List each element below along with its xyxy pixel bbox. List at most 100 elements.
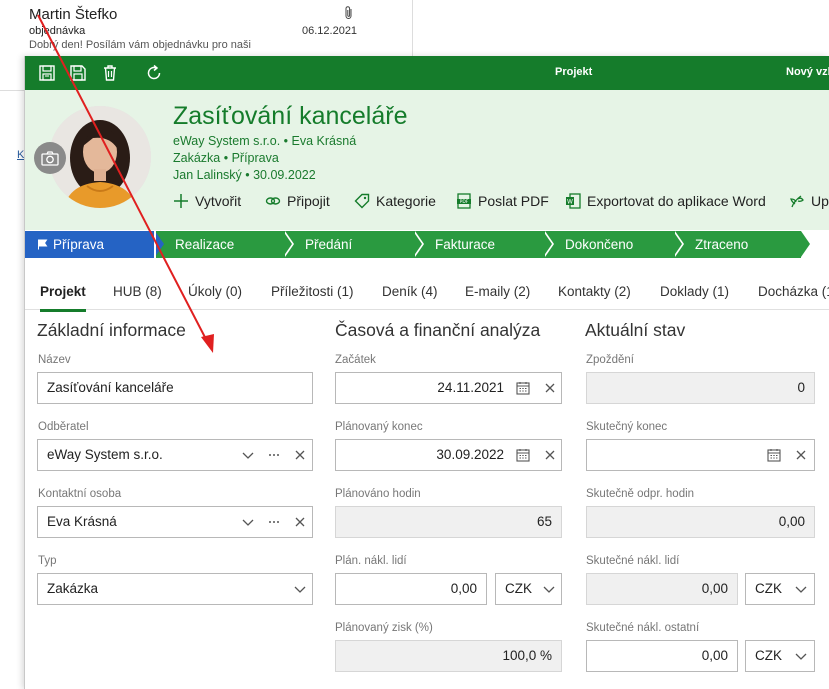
email-subject: objednávka (29, 25, 86, 37)
category-button[interactable]: Kategorie (354, 193, 436, 209)
email-list-item[interactable]: Martin Štefko objednávka Dobrý den! Posí… (0, 0, 412, 56)
word-icon: W (566, 193, 581, 209)
chevron-down-icon[interactable] (794, 649, 808, 663)
svg-text:PDF: PDF (460, 199, 469, 205)
calendar-icon[interactable] (516, 448, 530, 462)
clear-icon[interactable] (293, 515, 307, 529)
actual-cost-label: Skutečné nákl. lidí (586, 555, 680, 567)
plan-cost-field[interactable]: 0,00 (335, 573, 487, 605)
clear-icon[interactable] (543, 448, 557, 462)
chevron-down-icon[interactable] (794, 582, 808, 596)
planned-end-field[interactable]: 30.09.2022 (335, 439, 562, 471)
stage-chevron (801, 231, 810, 257)
planned-hours-field: 65 (335, 506, 562, 538)
save-close-icon[interactable] (38, 64, 56, 82)
start-date-field[interactable]: 24.11.2021 (335, 372, 562, 404)
more-icon[interactable] (267, 448, 281, 462)
project-type-stage: Zakázka • Příprava (173, 151, 279, 165)
tab-kontakty[interactable]: Kontakty (2) (558, 284, 631, 299)
tag-icon (354, 193, 370, 209)
stage-priprava[interactable]: Příprava (25, 231, 155, 258)
section-time-finance: Časová a finanční analýza (335, 320, 541, 340)
connect-button[interactable]: Připojit (265, 193, 330, 209)
more-icon[interactable] (267, 515, 281, 529)
customer-field[interactable]: eWay System s.r.o. (37, 439, 313, 471)
name-field[interactable]: Zasíťování kanceláře (37, 372, 313, 404)
contact-field[interactable]: Eva Krásná (37, 506, 313, 538)
project-customer-contact: eWay System s.r.o. • Eva Krásná (173, 134, 357, 148)
planned-profit-label: Plánovaný zisk (%) (335, 622, 433, 634)
calendar-icon[interactable] (767, 448, 781, 462)
upload-button[interactable]: Up (789, 193, 829, 209)
new-button[interactable]: Nový vzh (786, 66, 829, 78)
stage-chevron (283, 231, 292, 257)
stage-ztraceno[interactable]: Ztraceno (675, 231, 801, 258)
actual-cost-currency-select[interactable]: CZK (745, 573, 815, 605)
export-word-button[interactable]: W Exportovat do aplikace Word (565, 193, 766, 209)
actual-cost-field: 0,00 (586, 573, 738, 605)
stage-realizace[interactable]: Realizace (155, 231, 285, 258)
link-icon (265, 197, 281, 205)
tab-hub[interactable]: HUB (8) (113, 284, 162, 299)
tab-emaily[interactable]: E-maily (2) (465, 284, 530, 299)
stage-fakturace[interactable]: Fakturace (415, 231, 545, 258)
section-current-status: Aktuální stav (585, 320, 686, 340)
customer-label: Odběratel (38, 421, 89, 433)
email-preview: Dobrý den! Posílám vám objednávku pro na… (29, 39, 251, 51)
camera-icon (41, 150, 59, 166)
tab-prilezitosti[interactable]: Příležitosti (1) (271, 284, 354, 299)
chevron-down-icon[interactable] (542, 582, 556, 596)
contact-label: Kontaktní osoba (38, 488, 122, 500)
change-photo-button[interactable] (34, 142, 66, 174)
svg-text:W: W (567, 199, 573, 206)
plus-icon (174, 194, 188, 208)
stage-bar: Příprava Realizace Předání Fakturace Dok… (25, 231, 829, 258)
stage-gap (154, 231, 156, 258)
create-button[interactable]: Vytvořit (173, 193, 241, 209)
tab-denik[interactable]: Deník (4) (382, 284, 438, 299)
planned-end-label: Plánovaný konec (335, 421, 423, 433)
clear-icon[interactable] (543, 381, 557, 395)
clear-icon[interactable] (794, 448, 808, 462)
start-label: Začátek (335, 354, 376, 366)
calendar-icon[interactable] (516, 381, 530, 395)
send-pdf-button[interactable]: PDF Poslat PDF (456, 193, 549, 209)
chevron-down-icon[interactable] (241, 515, 255, 529)
plan-cost-currency-select[interactable]: CZK (495, 573, 562, 605)
stage-predani[interactable]: Předání (285, 231, 415, 258)
section-basic-info: Základní informace (37, 320, 186, 340)
stage-chevron (543, 231, 552, 257)
stage-dokonceno[interactable]: Dokončeno (545, 231, 675, 258)
actual-other-field[interactable]: 0,00 (586, 640, 738, 672)
project-window: Projekt Nový vzh Zasíťování kanceláře eW… (24, 56, 829, 689)
stage-chevron (413, 231, 422, 257)
actual-hours-field: 0,00 (586, 506, 815, 538)
type-label: Typ (38, 555, 57, 567)
chevron-down-icon[interactable] (241, 448, 255, 462)
tab-projekt[interactable]: Projekt (40, 284, 86, 312)
project-title: Zasíťování kanceláře (173, 102, 408, 130)
project-owner-date: Jan Lalinský • 30.09.2022 (173, 168, 316, 182)
actual-other-currency-select[interactable]: CZK (745, 640, 815, 672)
tab-dochazka[interactable]: Docházka (1 (758, 284, 829, 299)
window-toolbar: Projekt Nový vzh (25, 56, 829, 90)
project-header: Zasíťování kanceláře eWay System s.r.o. … (25, 90, 829, 230)
actual-other-label: Skutečné nákl. ostatní (586, 622, 700, 634)
tab-doklady[interactable]: Doklady (1) (660, 284, 729, 299)
flag-icon (38, 239, 48, 250)
chevron-down-icon[interactable] (293, 582, 307, 596)
actual-end-field[interactable] (586, 439, 815, 471)
plant-icon (790, 195, 804, 208)
planned-profit-field: 100,0 % (335, 640, 562, 672)
list-divider-horizontal (0, 90, 24, 91)
list-divider (412, 0, 413, 56)
tab-ukoly[interactable]: Úkoly (0) (188, 284, 242, 299)
refresh-icon[interactable] (145, 64, 163, 82)
actual-hours-label: Skutečně odpr. hodin (586, 488, 695, 500)
delete-icon[interactable] (101, 64, 119, 82)
clear-icon[interactable] (293, 448, 307, 462)
type-select[interactable]: Zakázka (37, 573, 313, 605)
save-icon[interactable] (69, 64, 87, 82)
planned-hours-label: Plánováno hodin (335, 488, 421, 500)
stage-chevron (673, 231, 682, 257)
